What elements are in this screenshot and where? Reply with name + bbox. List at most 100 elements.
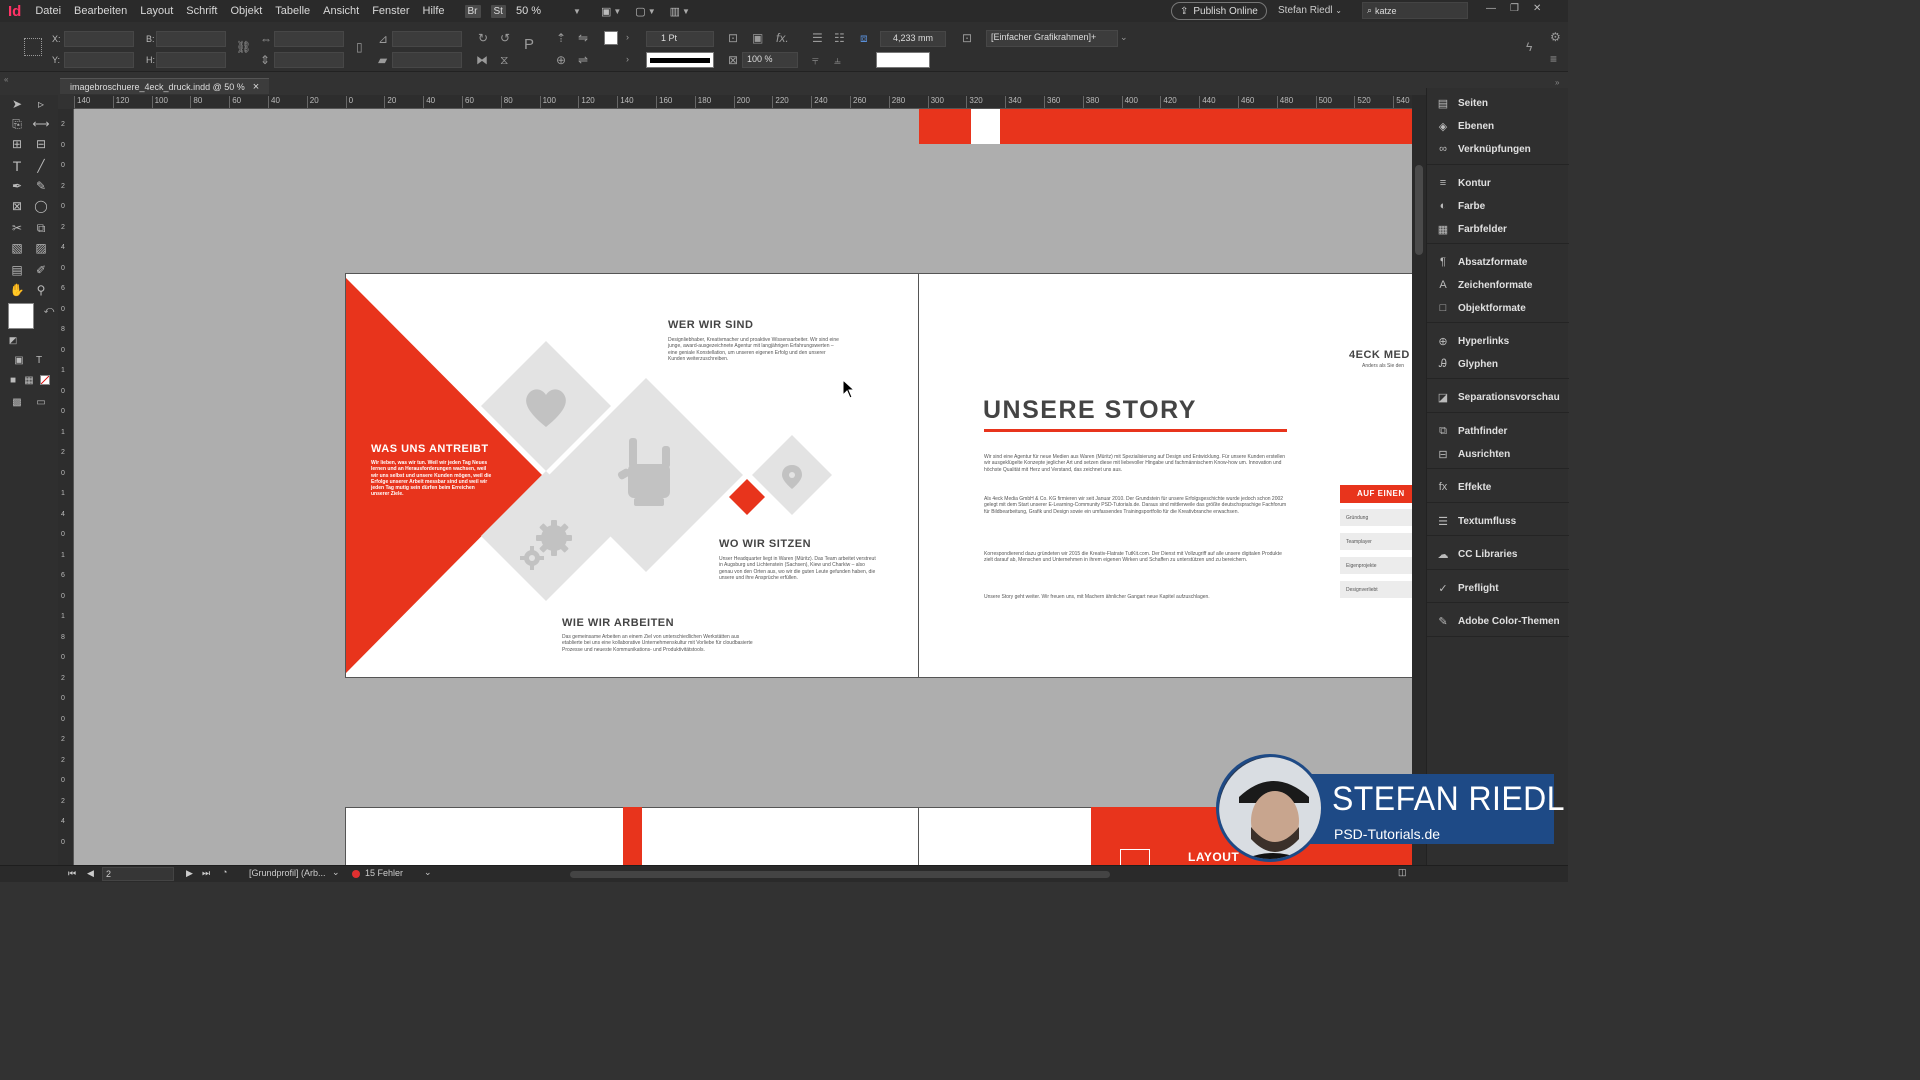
select-container-icon[interactable]: ⇡ xyxy=(556,31,566,45)
rotate-ccw-icon[interactable]: ↺ xyxy=(500,31,510,45)
fill-swatch[interactable] xyxy=(604,31,618,45)
constrain-proportions-icon[interactable]: ⛓ xyxy=(236,40,251,54)
vertical-ruler[interactable]: 2 0 0 2 0 2 4 0 6 0 8 0 1 0 0 1 2 0 1 4 0 1 6 0 1 8 0 2 0 0 2 2 0 2 4 0 xyxy=(58,109,74,865)
view-options-icon[interactable]: ▢ xyxy=(635,5,645,18)
vertical-scrollbar[interactable] xyxy=(1412,95,1426,865)
panel-paragraph-styles[interactable]: ¶ Absatzformate xyxy=(1437,253,1527,271)
settings-gear-icon[interactable]: ⚙ xyxy=(1550,30,1561,44)
expand-panels-icon[interactable]: » xyxy=(1555,78,1559,87)
corner-swatch[interactable] xyxy=(876,52,930,68)
gradient-tool-icon[interactable]: ▧ xyxy=(8,239,26,257)
profile-select[interactable]: [Grundprofil] (Arb... xyxy=(249,868,326,878)
menu-datei[interactable]: Datei xyxy=(35,5,61,17)
height-field[interactable] xyxy=(156,52,226,68)
menu-schrift[interactable]: Schrift xyxy=(186,5,217,17)
content-collector-icon[interactable]: ⊞ xyxy=(8,135,26,153)
menu-tabelle[interactable]: Tabelle xyxy=(275,5,310,17)
minimize-icon[interactable]: — xyxy=(1486,3,1496,14)
swap-colors-icon[interactable]: ⤺ xyxy=(40,301,58,319)
next-page-icon[interactable]: ▶ xyxy=(186,868,193,879)
arrange-documents-icon[interactable]: ▥ xyxy=(670,5,680,18)
distribute-icon[interactable]: ☷ xyxy=(834,31,845,45)
page-number-field[interactable]: 2 xyxy=(102,867,174,881)
opacity-field[interactable]: 100 % xyxy=(742,52,798,68)
panel-swatches[interactable]: ▦ Farbfelder xyxy=(1437,220,1507,238)
direct-selection-tool-icon[interactable]: ▹ xyxy=(32,95,50,113)
panel-preflight[interactable]: ✓ Preflight xyxy=(1437,579,1498,597)
collapse-panel-icon[interactable]: « xyxy=(4,75,8,84)
panel-pages[interactable]: ▤ Seiten xyxy=(1437,94,1488,112)
menu-hilfe[interactable]: Hilfe xyxy=(423,5,445,17)
close-tab-icon[interactable]: × xyxy=(253,81,259,93)
panel-glyphs[interactable]: Ꭿ Glyphen xyxy=(1437,355,1498,373)
preview-mode-icon[interactable]: ▭ xyxy=(32,393,50,411)
screen-mode-icon[interactable]: ▣ xyxy=(601,5,611,18)
chevron-down-icon[interactable]: ⌄ xyxy=(1120,32,1128,43)
zoom-tool-icon[interactable]: ⚲ xyxy=(32,281,50,299)
panel-stroke[interactable]: ≡ Kontur xyxy=(1437,174,1491,192)
y-field[interactable] xyxy=(64,52,134,68)
last-page-icon[interactable]: ⏭ xyxy=(202,868,210,879)
auto-fit-icon[interactable]: ⧈ xyxy=(860,31,868,46)
horizontal-ruler[interactable]: 140 120 100 80 60 40 20 0 20 40 60 80 100 120 140 160 18… xyxy=(74,95,1412,109)
panel-hyperlinks[interactable]: ⊕ Hyperlinks xyxy=(1437,332,1509,350)
stroke-weight-field[interactable]: 1 Pt xyxy=(646,31,714,47)
close-icon[interactable]: ✕ xyxy=(1533,3,1541,14)
reference-point-icon[interactable] xyxy=(24,38,42,56)
panel-cc-libraries[interactable]: ☁ CC Libraries xyxy=(1437,545,1518,563)
formatting-container-icon[interactable]: ▣ xyxy=(10,351,28,369)
document-canvas[interactable]: WAS UNS ANTREIBT Wir lieben, was wir tun… xyxy=(74,109,1412,865)
previous-page-icon[interactable]: ◀ xyxy=(87,868,94,879)
panel-object-styles[interactable]: □ Objektformate xyxy=(1437,299,1526,317)
publish-online-button[interactable]: ⇪ Publish Online xyxy=(1171,2,1267,20)
fill-chevron-icon[interactable]: › xyxy=(626,32,629,42)
ellipse-tool-icon[interactable]: ◯ xyxy=(32,197,50,215)
align-bottom-icon[interactable]: ⫨ xyxy=(834,53,841,68)
first-page-icon[interactable]: ⏮ xyxy=(68,868,76,879)
rectangle-frame-tool-icon[interactable]: ⊠ xyxy=(8,197,26,215)
select-content-icon[interactable]: ⊕ xyxy=(556,53,566,67)
align-text-icon[interactable]: ☰ xyxy=(812,31,823,45)
rotation-field[interactable] xyxy=(392,31,462,47)
quick-apply-icon[interactable]: ϟ xyxy=(1526,40,1532,54)
menu-ansicht[interactable]: Ansicht xyxy=(323,5,359,17)
bridge-button[interactable]: Br xyxy=(464,4,481,18)
stroke-chevron-icon[interactable]: › xyxy=(626,54,629,64)
horizontal-scrollbar[interactable] xyxy=(440,870,1390,879)
user-menu[interactable]: Stefan Riedl ⌄ xyxy=(1278,5,1342,16)
menu-fenster[interactable]: Fenster xyxy=(372,5,409,17)
default-colors-icon[interactable]: ◩ xyxy=(4,331,22,349)
eyedropper-tool-icon[interactable]: ✐ xyxy=(32,261,50,279)
content-placer-icon[interactable]: ⊟ xyxy=(32,135,50,153)
panel-links[interactable]: ∞ Verknüpfungen xyxy=(1437,140,1531,158)
gap-tool-icon[interactable]: ⟷ xyxy=(32,115,50,133)
offset-field[interactable]: 4,233 mm xyxy=(880,31,946,47)
hand-tool-icon[interactable]: ✋ xyxy=(8,281,26,299)
panel-layers[interactable]: ◈ Ebenen xyxy=(1437,117,1494,135)
shear-field[interactable] xyxy=(392,52,462,68)
apply-gradient-icon[interactable]: ▦ xyxy=(20,371,38,389)
horizontal-scroll-thumb[interactable] xyxy=(570,871,1110,878)
free-transform-tool-icon[interactable]: ⧉ xyxy=(32,219,50,237)
frame-fitting-icon[interactable]: ⊡ xyxy=(728,31,738,45)
menu-layout[interactable]: Layout xyxy=(140,5,173,17)
menu-objekt[interactable]: Objekt xyxy=(230,5,262,17)
width-field[interactable] xyxy=(156,31,226,47)
open-page-icon[interactable]: ◔ xyxy=(222,867,227,877)
stroke-type-select[interactable] xyxy=(646,52,714,68)
apply-none-icon[interactable] xyxy=(40,375,50,385)
panel-separations[interactable]: ◪ Separationsvorschau xyxy=(1437,388,1560,406)
scissors-tool-icon[interactable]: ✂ xyxy=(8,219,26,237)
type-tool-icon[interactable]: T xyxy=(8,157,26,175)
search-input[interactable]: katze xyxy=(1375,6,1397,16)
object-style-select[interactable]: [Einfacher Grafikrahmen]+ xyxy=(986,30,1118,47)
document-tab[interactable]: imagebroschuere_4eck_druck.indd @ 50 % × xyxy=(60,78,270,94)
scale-x-field[interactable] xyxy=(274,31,344,47)
gradient-feather-tool-icon[interactable]: ▨ xyxy=(32,239,50,257)
chain-icon[interactable]: ▯ xyxy=(356,40,363,54)
panel-align[interactable]: ⊟ Ausrichten xyxy=(1437,445,1510,463)
align-top-icon[interactable]: ⫧ xyxy=(812,53,819,68)
chevron-down-icon[interactable]: ⌄ xyxy=(332,867,340,878)
selection-tool-icon[interactable]: ➤ xyxy=(8,95,26,113)
select-previous-icon[interactable]: ⇋ xyxy=(578,31,588,45)
